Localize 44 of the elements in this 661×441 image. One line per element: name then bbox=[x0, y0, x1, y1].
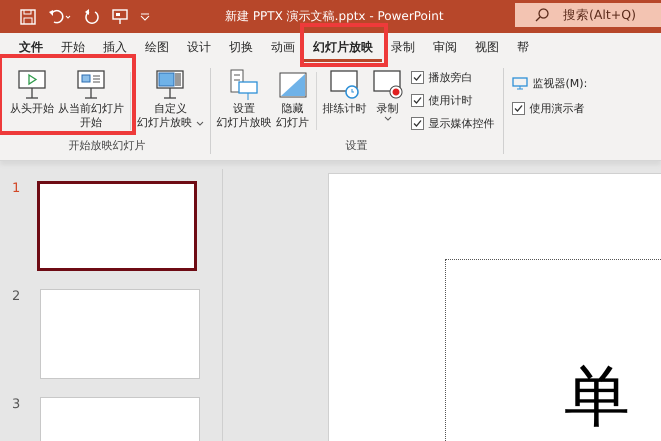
slide-number: 3 bbox=[12, 397, 22, 414]
ribbon-tab[interactable]: 录制 bbox=[382, 33, 424, 62]
save-icon[interactable] bbox=[20, 8, 36, 24]
checkmark-icon bbox=[412, 96, 422, 105]
slide-thumbnail[interactable] bbox=[37, 181, 197, 271]
ribbon-button[interactable]: 从头开始 bbox=[8, 68, 56, 138]
checkmark-icon bbox=[412, 119, 422, 128]
redo-icon[interactable] bbox=[84, 8, 100, 24]
group-label: 设置 bbox=[344, 138, 368, 154]
checkbox[interactable]: 显示媒体控件 bbox=[410, 116, 494, 131]
window-title: 新建 PPTX 演示文稿.pptx - PowerPoint bbox=[225, 8, 445, 25]
ribbon-tab[interactable]: 开始 bbox=[52, 33, 94, 62]
checkmark-icon bbox=[412, 73, 422, 82]
ribbon-button[interactable]: 录制 bbox=[368, 68, 406, 138]
customize-caret-icon[interactable] bbox=[140, 12, 150, 20]
slide-number: 1 bbox=[12, 181, 22, 198]
ribbon-tab[interactable]: 切换 bbox=[220, 33, 262, 62]
ribbon-button[interactable]: 从当前幻灯片 开始 bbox=[56, 68, 126, 138]
monitor-icon bbox=[512, 77, 528, 90]
ribbon-tab[interactable]: 绘图 bbox=[136, 33, 178, 62]
undo-icon[interactable] bbox=[48, 8, 72, 24]
ribbon-button[interactable]: 自定义 幻灯片放映 bbox=[135, 68, 206, 138]
ribbon-tab[interactable]: 审阅 bbox=[424, 33, 466, 62]
ribbon-button[interactable]: 隐藏 幻灯片 bbox=[274, 68, 312, 138]
ribbon-tab[interactable]: 设计 bbox=[178, 33, 220, 62]
monitor-dropdown[interactable]: 监视器(M): bbox=[512, 76, 588, 91]
group-label: 开始放映幻灯片 bbox=[67, 138, 146, 154]
ribbon-tab[interactable]: 文件 bbox=[10, 33, 52, 62]
slide-number: 2 bbox=[12, 289, 22, 306]
ribbon-button[interactable]: 设置 幻灯片放映 bbox=[214, 68, 274, 138]
checkmark-icon bbox=[514, 104, 522, 113]
search-icon bbox=[535, 8, 549, 22]
ribbon-tab[interactable]: 插入 bbox=[94, 33, 136, 62]
checkbox[interactable]: 使用计时 bbox=[410, 93, 494, 108]
ribbon-tab[interactable]: 动画 bbox=[262, 33, 304, 62]
checkbox[interactable]: 播放旁白 bbox=[410, 70, 494, 85]
ribbon-tab[interactable]: 视图 bbox=[466, 33, 508, 62]
slide-title: 单 bbox=[564, 358, 630, 435]
search-field[interactable]: 搜索(Alt+Q) bbox=[515, 3, 661, 27]
title-placeholder[interactable]: 单 bbox=[445, 259, 661, 441]
present-icon[interactable] bbox=[112, 8, 128, 24]
ribbon-button[interactable]: 排练计时 bbox=[320, 68, 368, 138]
checkbox[interactable]: 使用演示者 bbox=[512, 101, 584, 116]
ribbon-tab[interactable]: 帮 bbox=[508, 33, 538, 62]
